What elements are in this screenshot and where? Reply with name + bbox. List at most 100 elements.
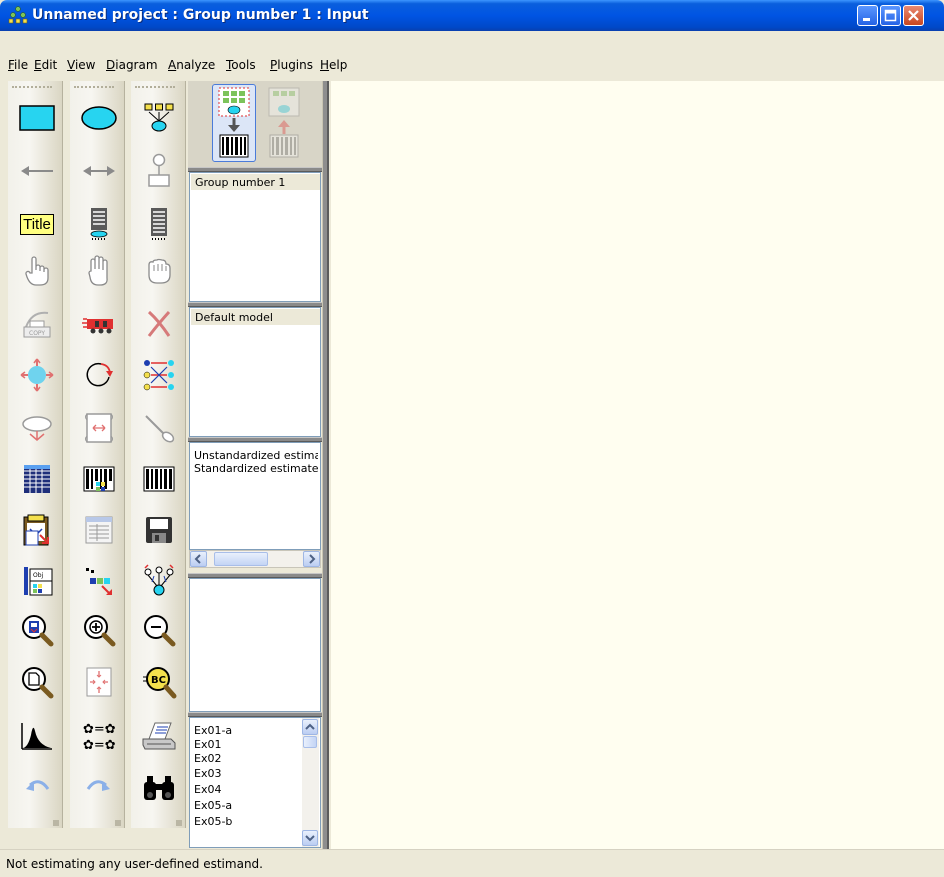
calculate-estimates-icon[interactable] xyxy=(137,457,181,501)
chevron-up-icon xyxy=(305,723,315,730)
file-item[interactable]: Ex01-a xyxy=(194,724,232,737)
svg-text:BC: BC xyxy=(151,675,166,686)
single-arrow-icon[interactable] xyxy=(15,149,59,193)
object-properties-icon[interactable]: Obj xyxy=(15,559,59,603)
rectangle-icon[interactable] xyxy=(15,96,59,140)
format-item[interactable]: Standardized estimates xyxy=(194,462,318,475)
view-text-icon[interactable] xyxy=(77,508,121,552)
file-item[interactable]: Ex04 xyxy=(194,783,221,796)
title-bar: Unnamed project : Group number 1 : Input xyxy=(0,0,944,31)
list-variables-model-icon[interactable] xyxy=(77,202,121,246)
minimize-icon xyxy=(863,18,870,21)
toolbox-grip[interactable] xyxy=(74,86,114,89)
file-item[interactable]: Ex05-a xyxy=(194,799,232,812)
window-title: Unnamed project : Group number 1 : Input xyxy=(32,7,369,23)
drag-properties-icon[interactable] xyxy=(77,559,121,603)
select-all-icon[interactable] xyxy=(77,249,121,293)
file-item[interactable]: Ex03 xyxy=(194,767,221,780)
print-icon[interactable] xyxy=(137,714,181,758)
reflect-icon[interactable] xyxy=(137,353,181,397)
undo-icon[interactable] xyxy=(15,765,59,809)
fit-to-page-icon[interactable] xyxy=(77,660,121,704)
scroll-down-button[interactable] xyxy=(302,830,318,846)
erase-icon[interactable] xyxy=(137,302,181,346)
deselect-all-icon[interactable] xyxy=(137,249,181,293)
menu-view[interactable]: View xyxy=(67,58,95,72)
rotate-icon[interactable] xyxy=(77,353,121,397)
model-item[interactable]: Default model xyxy=(191,309,320,325)
view-input-button[interactable] xyxy=(212,84,256,162)
models-list[interactable]: Default model xyxy=(189,307,321,437)
list-variables-data-icon[interactable] xyxy=(137,202,181,246)
toolbox-resize-grip[interactable] xyxy=(176,820,182,826)
bayesian-icon[interactable] xyxy=(15,714,59,758)
maximize-button[interactable] xyxy=(880,5,901,26)
toolbox-resize-grip[interactable] xyxy=(115,820,121,826)
path-diagram-canvas[interactable] xyxy=(331,81,944,849)
file-item[interactable]: Ex05-b xyxy=(194,815,232,828)
unique-variable-icon[interactable] xyxy=(137,149,181,193)
vertical-scrollbar[interactable] xyxy=(302,718,319,847)
close-icon xyxy=(908,10,919,21)
svg-text:✿=✿: ✿=✿ xyxy=(83,722,116,737)
analysis-properties-icon[interactable] xyxy=(77,457,121,501)
move-parameters-icon[interactable] xyxy=(15,406,59,450)
view-output-button[interactable] xyxy=(262,84,306,162)
format-item[interactable]: Unstandardized estimates xyxy=(194,449,318,462)
view-toggle-panel xyxy=(188,81,322,167)
computation-summary-list[interactable] xyxy=(189,578,321,712)
menu-diagram[interactable]: Diagram xyxy=(106,58,158,72)
scroll-left-button[interactable] xyxy=(190,551,207,567)
redo-icon[interactable] xyxy=(77,765,121,809)
duplicate-icon[interactable]: COPY xyxy=(15,302,59,346)
view-output-icon xyxy=(268,87,300,158)
view-page-icon[interactable] xyxy=(15,660,59,704)
parameter-formats-list[interactable]: Unstandardized estimates Standardized es… xyxy=(189,442,321,550)
scroll-thumb[interactable] xyxy=(303,736,317,748)
touch-up-icon[interactable] xyxy=(137,406,181,450)
scroll-up-button[interactable] xyxy=(302,719,318,735)
menu-file[interactable]: File xyxy=(8,58,28,72)
panel-splitter[interactable] xyxy=(322,81,329,849)
multiple-group-icon[interactable]: ✿=✿ ✿=✿ xyxy=(77,714,121,758)
zoom-out-icon[interactable] xyxy=(137,608,181,652)
double-arrow-icon[interactable] xyxy=(77,149,121,193)
amos-app-icon[interactable] xyxy=(8,6,28,24)
menu-bar xyxy=(0,31,944,57)
zoom-selected-icon[interactable] xyxy=(15,608,59,652)
toolbox-grip[interactable] xyxy=(135,86,175,89)
toolbox-resize-grip[interactable] xyxy=(53,820,59,826)
group-item[interactable]: Group number 1 xyxy=(191,174,320,190)
scroll-thumb[interactable] xyxy=(214,552,268,566)
title-icon-label: Title xyxy=(20,213,54,235)
menu-tools[interactable]: Tools xyxy=(226,58,256,72)
file-item[interactable]: Ex02 xyxy=(194,752,221,765)
menu-analyze[interactable]: Analyze xyxy=(168,58,215,72)
ellipse-icon[interactable] xyxy=(77,96,121,140)
save-icon[interactable] xyxy=(137,508,181,552)
select-one-icon[interactable] xyxy=(15,249,59,293)
menu-edit[interactable]: Edit xyxy=(34,58,57,72)
close-button[interactable] xyxy=(903,5,924,26)
magnifier-icon[interactable]: BC xyxy=(137,660,181,704)
files-list[interactable]: Ex01-a Ex01 Ex02 Ex03 Ex04 Ex05-a Ex05-b xyxy=(189,717,321,848)
toolbox-grip[interactable] xyxy=(12,86,52,89)
data-files-icon[interactable] xyxy=(15,457,59,501)
zoom-in-icon[interactable] xyxy=(77,608,121,652)
horizontal-scrollbar[interactable] xyxy=(189,550,321,568)
copy-diagram-icon[interactable] xyxy=(15,508,59,552)
minimize-button[interactable] xyxy=(857,5,878,26)
move-icon[interactable] xyxy=(77,302,121,346)
specification-search-icon[interactable] xyxy=(137,765,181,809)
title-icon[interactable]: Title xyxy=(15,202,59,246)
file-item[interactable]: Ex01 xyxy=(194,738,221,751)
menu-plugins[interactable]: Plugins xyxy=(270,58,313,72)
indicator-icon[interactable] xyxy=(137,96,181,140)
scroll-icon[interactable] xyxy=(77,406,121,450)
menu-help[interactable]: Help xyxy=(320,58,347,72)
preserve-symmetries-icon[interactable] xyxy=(137,559,181,603)
svg-text:Obj: Obj xyxy=(33,572,44,579)
change-shape-icon[interactable] xyxy=(15,353,59,397)
scroll-right-button[interactable] xyxy=(303,551,320,567)
groups-list[interactable]: Group number 1 xyxy=(189,172,321,302)
